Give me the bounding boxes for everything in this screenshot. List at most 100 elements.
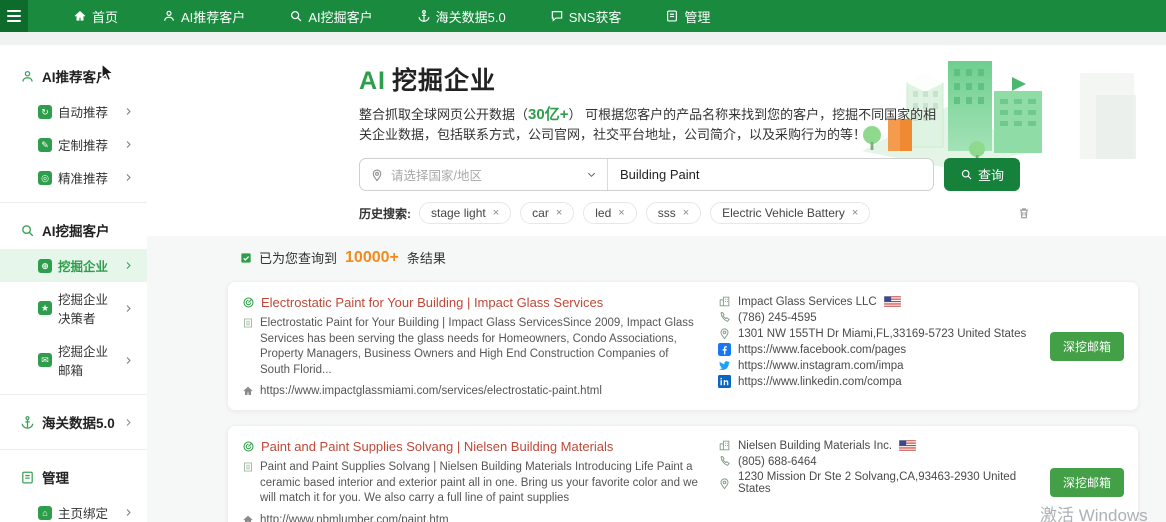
search-bar: 请选择国家/地区 查询 bbox=[359, 158, 1166, 191]
nav-item-customs-data[interactable]: 海关数据5.0 bbox=[417, 7, 506, 26]
remove-tag-icon[interactable]: × bbox=[493, 207, 499, 219]
sidebar-item-home-bind[interactable]: ⌂ 主页绑定 bbox=[0, 496, 147, 522]
chevron-right-icon bbox=[124, 173, 133, 182]
precise-recommend-icon: ◎ bbox=[38, 171, 52, 185]
data-volume-highlight: 30亿+ bbox=[528, 106, 568, 123]
history-tag[interactable]: led× bbox=[583, 202, 636, 224]
anchor-icon bbox=[417, 9, 431, 23]
auto-recommend-icon: ↻ bbox=[38, 105, 52, 119]
result-url-link[interactable]: https://www.impactglassmiami.com/service… bbox=[242, 385, 700, 397]
hero-description: 整合抓取全球网页公开数据（30亿+） 可根据您客户的产品名称来找到您的客户，挖掘… bbox=[359, 105, 947, 145]
link-target-icon bbox=[242, 440, 255, 453]
hero-section: AI挖掘企业 整合抓取全球网页公开数据（30亿+） 可根据您客户的产品名称来找到… bbox=[147, 45, 1166, 236]
country-placeholder: 请选择国家/地区 bbox=[391, 165, 579, 184]
twitter-icon bbox=[718, 359, 731, 372]
result-description: Paint and Paint Supplies Solvang | Niels… bbox=[242, 460, 700, 507]
results-doc-icon bbox=[239, 251, 253, 265]
doc-icon bbox=[20, 470, 35, 485]
facebook-icon bbox=[718, 343, 731, 356]
result-title-link[interactable]: Electrostatic Paint for Your Building | … bbox=[242, 295, 700, 310]
user-icon bbox=[162, 9, 176, 23]
phone-icon bbox=[718, 455, 731, 468]
company-row: Nielsen Building Materials Inc. bbox=[718, 439, 1032, 452]
chat-icon bbox=[550, 9, 564, 23]
mine-company-icon: ⊕ bbox=[38, 259, 52, 273]
sidebar-item-auto-recommend[interactable]: ↻ 自动推荐 bbox=[0, 95, 147, 128]
chevron-right-icon bbox=[124, 140, 133, 149]
chevron-right-icon bbox=[124, 508, 133, 517]
clear-history-trash-icon[interactable] bbox=[1017, 206, 1031, 220]
history-label: 历史搜索: bbox=[359, 205, 411, 222]
website-icon bbox=[242, 385, 254, 397]
search-history: 历史搜索: stage light× car× led× sss× Electr… bbox=[359, 202, 1031, 224]
result-card: Electrostatic Paint for Your Building | … bbox=[227, 281, 1139, 411]
remove-tag-icon[interactable]: × bbox=[556, 207, 562, 219]
sidebar-item-custom-recommend[interactable]: ✎ 定制推荐 bbox=[0, 128, 147, 161]
company-row: Impact Glass Services LLC bbox=[718, 295, 1032, 308]
chevron-right-icon bbox=[124, 261, 133, 270]
history-tag[interactable]: car× bbox=[520, 202, 574, 224]
phone-row: (786) 245-4595 bbox=[718, 311, 1032, 324]
linkedin-icon bbox=[718, 375, 731, 388]
remove-tag-icon[interactable]: × bbox=[683, 207, 689, 219]
nav-item-home[interactable]: 首页 bbox=[73, 7, 118, 26]
results-count: 已为您查询到 10000+ 条结果 bbox=[239, 248, 1140, 267]
chevron-down-icon bbox=[586, 169, 597, 180]
result-title-link[interactable]: Paint and Paint Supplies Solvang | Niels… bbox=[242, 439, 700, 454]
website-icon bbox=[242, 514, 254, 522]
home-icon bbox=[73, 9, 87, 23]
result-url-link[interactable]: http://www.nbmlumber.com/paint.htm bbox=[242, 514, 700, 522]
home-bind-icon: ⌂ bbox=[38, 506, 52, 520]
sidebar-item-mine-company[interactable]: ⊕ 挖掘企业 bbox=[0, 249, 147, 282]
sidebar-section-manage[interactable]: 管理 bbox=[0, 458, 147, 496]
chevron-right-icon bbox=[124, 107, 133, 116]
linkedin-row[interactable]: https://www.linkedin.com/compa bbox=[718, 375, 1032, 388]
result-card: Paint and Paint Supplies Solvang | Niels… bbox=[227, 425, 1139, 522]
anchor-icon bbox=[20, 415, 35, 430]
chevron-right-icon bbox=[124, 356, 133, 365]
sidebar-section-customs-data[interactable]: 海关数据5.0 bbox=[0, 403, 147, 441]
history-tag[interactable]: Electric Vehicle Battery× bbox=[710, 202, 870, 224]
sidebar-item-precise-recommend[interactable]: ◎ 精准推荐 bbox=[0, 161, 147, 194]
hamburger-menu-icon[interactable] bbox=[0, 0, 28, 32]
twitter-row[interactable]: https://www.instagram.com/impa bbox=[718, 359, 1032, 372]
sidebar-section-ai-recommend[interactable]: AI推荐客户 bbox=[0, 57, 147, 95]
country-select[interactable]: 请选择国家/地区 bbox=[360, 159, 608, 190]
phone-row: (805) 688-6464 bbox=[718, 455, 1032, 468]
chevron-right-icon bbox=[124, 418, 133, 427]
deep-mine-email-button[interactable]: 深挖邮箱 bbox=[1050, 468, 1124, 497]
location-pin-icon bbox=[370, 168, 384, 182]
sidebar-divider bbox=[0, 202, 147, 203]
activate-windows-watermark: 激活 Windows bbox=[1040, 501, 1148, 522]
us-flag-icon bbox=[884, 296, 901, 307]
sidebar: AI推荐客户 ↻ 自动推荐 ✎ 定制推荐 ◎ 精准推荐 AI挖掘客户 ⊕ 挖掘企… bbox=[0, 45, 147, 522]
search-icon bbox=[20, 223, 35, 238]
remove-tag-icon[interactable]: × bbox=[618, 207, 624, 219]
nav-item-ai-recommend[interactable]: AI推荐客户 bbox=[162, 7, 245, 26]
mine-decision-maker-icon: ★ bbox=[38, 301, 52, 315]
nav-item-sns[interactable]: SNS获客 bbox=[550, 7, 622, 26]
remove-tag-icon[interactable]: × bbox=[852, 207, 858, 219]
top-nav: 首页 AI推荐客户 AI挖掘客户 海关数据5.0 SNS获客 管理 bbox=[0, 0, 1166, 32]
history-tag[interactable]: sss× bbox=[646, 202, 701, 224]
building-icon bbox=[718, 439, 731, 452]
sidebar-item-mine-email[interactable]: ✉ 挖掘企业邮箱 bbox=[0, 334, 147, 386]
search-icon bbox=[289, 9, 303, 23]
sidebar-divider bbox=[0, 394, 147, 395]
address-row: 1301 NW 155TH Dr Miami,FL,33169-5723 Uni… bbox=[718, 327, 1032, 340]
sidebar-section-ai-mining[interactable]: AI挖掘客户 bbox=[0, 211, 147, 249]
sidebar-divider bbox=[0, 449, 147, 450]
nav-menu: 首页 AI推荐客户 AI挖掘客户 海关数据5.0 SNS获客 管理 bbox=[28, 0, 710, 32]
facebook-row[interactable]: https://www.facebook.com/pages bbox=[718, 343, 1032, 356]
nav-item-ai-mining[interactable]: AI挖掘客户 bbox=[289, 7, 372, 26]
mouse-cursor bbox=[101, 63, 115, 82]
search-button[interactable]: 查询 bbox=[944, 158, 1020, 191]
description-doc-icon bbox=[242, 461, 254, 473]
history-tag[interactable]: stage light× bbox=[419, 202, 511, 224]
deep-mine-email-button[interactable]: 深挖邮箱 bbox=[1050, 332, 1124, 361]
sidebar-item-mine-decision-maker[interactable]: ★ 挖掘企业决策者 bbox=[0, 282, 147, 334]
nav-item-manage[interactable]: 管理 bbox=[665, 7, 710, 26]
main-content: AI挖掘企业 整合抓取全球网页公开数据（30亿+） 可根据您客户的产品名称来找到… bbox=[147, 45, 1166, 522]
user-icon bbox=[20, 69, 35, 84]
keyword-input[interactable] bbox=[608, 159, 933, 190]
